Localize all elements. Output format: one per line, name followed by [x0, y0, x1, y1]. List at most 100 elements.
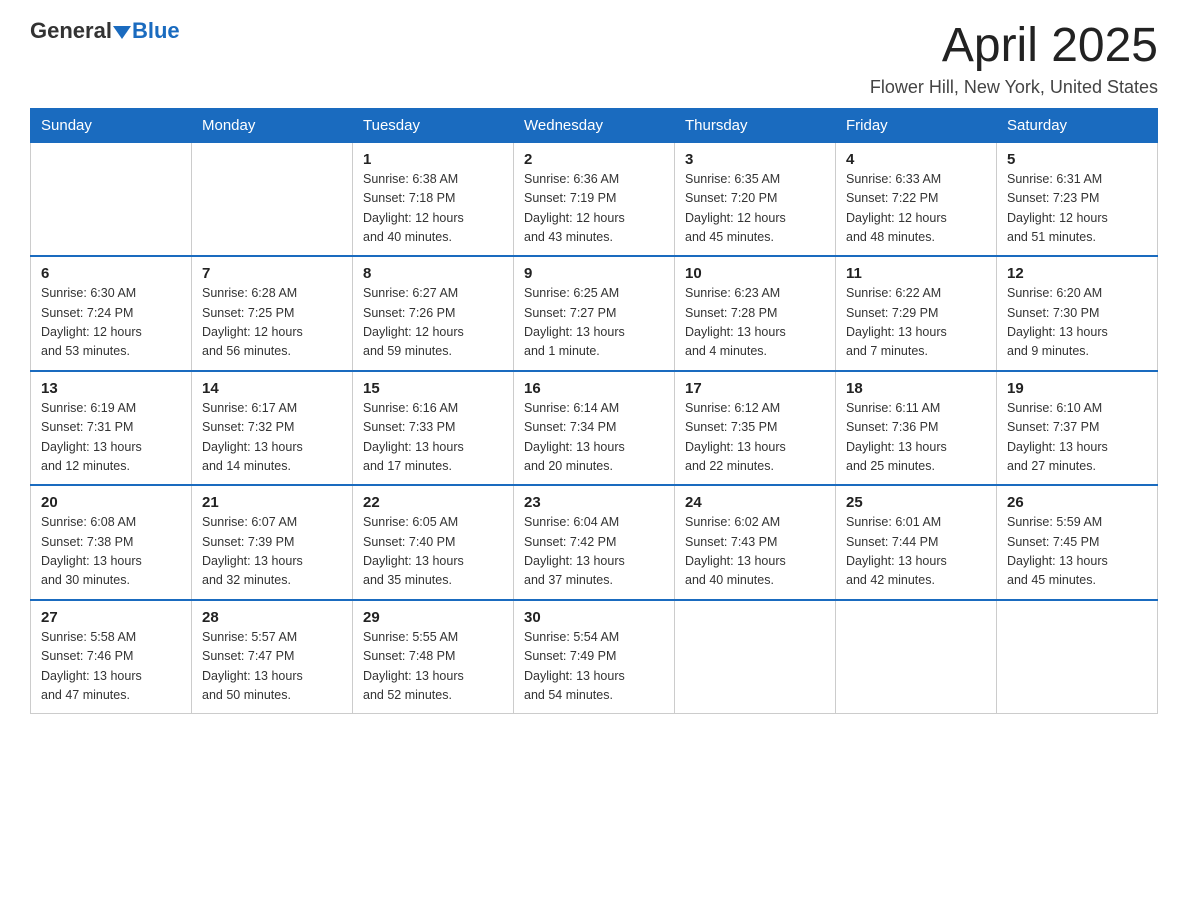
calendar-cell: 9 Sunrise: 6:25 AM Sunset: 7:27 PM Daylig… [514, 256, 675, 371]
day-info: Sunrise: 6:22 AM Sunset: 7:29 PM Dayligh… [846, 284, 986, 362]
calendar-cell: 10 Sunrise: 6:23 AM Sunset: 7:28 PM Dayli… [675, 256, 836, 371]
day-info: Sunrise: 6:11 AM Sunset: 7:36 PM Dayligh… [846, 399, 986, 477]
calendar-cell: 19Sunrise: 6:10 AM Sunset: 7:37 PM Dayli… [997, 371, 1158, 486]
day-number: 3 [685, 151, 825, 168]
calendar-cell: 6Sunrise: 6:30 AM Sunset: 7:24 PM Daylig… [31, 256, 192, 371]
day-info: Sunrise: 6:04 AM Sunset: 7:42 PM Dayligh… [524, 513, 664, 591]
day-number: 7 [202, 265, 342, 282]
day-number: 9 [524, 265, 664, 282]
day-number: 29 [363, 609, 503, 626]
page-header: General Blue April 2025 Flower Hill, New… [30, 20, 1158, 98]
logo-triangle-icon [113, 26, 131, 39]
calendar-cell: 15 Sunrise: 6:16 AM Sunset: 7:33 PM Dayli… [353, 371, 514, 486]
page-subtitle: Flower Hill, New York, United States [870, 77, 1158, 98]
calendar-cell: 16 Sunrise: 6:14 AM Sunset: 7:34 PM Dayli… [514, 371, 675, 486]
logo-general-text: General [30, 20, 112, 42]
calendar-cell: 12 Sunrise: 6:20 AM Sunset: 7:30 PM Dayli… [997, 256, 1158, 371]
day-info: Sunrise: 6:01 AM Sunset: 7:44 PM Dayligh… [846, 513, 986, 591]
day-number: 8 [363, 265, 503, 282]
calendar-cell [675, 600, 836, 714]
day-info: Sunrise: 6:16 AM Sunset: 7:33 PM Dayligh… [363, 399, 503, 477]
calendar-cell: 17Sunrise: 6:12 AM Sunset: 7:35 PM Dayli… [675, 371, 836, 486]
day-info: Sunrise: 5:58 AM Sunset: 7:46 PM Dayligh… [41, 628, 181, 706]
header-cell-thursday: Thursday [675, 108, 836, 142]
day-info: Sunrise: 6:25 AM Sunset: 7:27 PM Dayligh… [524, 284, 664, 362]
day-info: Sunrise: 6:02 AM Sunset: 7:43 PM Dayligh… [685, 513, 825, 591]
header-cell-saturday: Saturday [997, 108, 1158, 142]
day-info: Sunrise: 6:05 AM Sunset: 7:40 PM Dayligh… [363, 513, 503, 591]
day-number: 23 [524, 494, 664, 511]
day-info: Sunrise: 6:14 AM Sunset: 7:34 PM Dayligh… [524, 399, 664, 477]
day-info: Sunrise: 5:54 AM Sunset: 7:49 PM Dayligh… [524, 628, 664, 706]
day-number: 13 [41, 380, 181, 397]
day-number: 18 [846, 380, 986, 397]
day-number: 14 [202, 380, 342, 397]
header-row: SundayMondayTuesdayWednesdayThursdayFrid… [31, 108, 1158, 142]
day-number: 12 [1007, 265, 1147, 282]
day-number: 21 [202, 494, 342, 511]
day-number: 22 [363, 494, 503, 511]
calendar-cell [836, 600, 997, 714]
calendar-cell: 7Sunrise: 6:28 AM Sunset: 7:25 PM Daylig… [192, 256, 353, 371]
logo-blue-text: Blue [132, 20, 180, 42]
header-cell-friday: Friday [836, 108, 997, 142]
calendar-cell: 25 Sunrise: 6:01 AM Sunset: 7:44 PM Dayli… [836, 485, 997, 600]
calendar-cell: 21 Sunrise: 6:07 AM Sunset: 7:39 PM Dayli… [192, 485, 353, 600]
day-info: Sunrise: 6:23 AM Sunset: 7:28 PM Dayligh… [685, 284, 825, 362]
header-cell-monday: Monday [192, 108, 353, 142]
day-number: 1 [363, 151, 503, 168]
calendar-cell: 1 Sunrise: 6:38 AM Sunset: 7:18 PM Daylig… [353, 142, 514, 256]
day-number: 4 [846, 151, 986, 168]
calendar-cell: 8 Sunrise: 6:27 AM Sunset: 7:26 PM Daylig… [353, 256, 514, 371]
day-info: Sunrise: 6:17 AM Sunset: 7:32 PM Dayligh… [202, 399, 342, 477]
title-area: April 2025 Flower Hill, New York, United… [870, 20, 1158, 98]
logo: General Blue [30, 20, 180, 42]
day-number: 10 [685, 265, 825, 282]
calendar-cell: 29 Sunrise: 5:55 AM Sunset: 7:48 PM Dayli… [353, 600, 514, 714]
calendar-cell: 14 Sunrise: 6:17 AM Sunset: 7:32 PM Dayli… [192, 371, 353, 486]
day-info: Sunrise: 6:07 AM Sunset: 7:39 PM Dayligh… [202, 513, 342, 591]
day-info: Sunrise: 6:08 AM Sunset: 7:38 PM Dayligh… [41, 513, 181, 591]
calendar-header: SundayMondayTuesdayWednesdayThursdayFrid… [31, 108, 1158, 142]
calendar-cell [997, 600, 1158, 714]
week-row-4: 20 Sunrise: 6:08 AM Sunset: 7:38 PM Dayli… [31, 485, 1158, 600]
header-cell-wednesday: Wednesday [514, 108, 675, 142]
day-number: 25 [846, 494, 986, 511]
calendar-cell: 13 Sunrise: 6:19 AM Sunset: 7:31 PM Dayli… [31, 371, 192, 486]
calendar-cell: 28 Sunrise: 5:57 AM Sunset: 7:47 PM Dayli… [192, 600, 353, 714]
day-info: Sunrise: 6:38 AM Sunset: 7:18 PM Dayligh… [363, 170, 503, 248]
header-cell-sunday: Sunday [31, 108, 192, 142]
day-number: 20 [41, 494, 181, 511]
day-number: 30 [524, 609, 664, 626]
calendar-cell: 23 Sunrise: 6:04 AM Sunset: 7:42 PM Dayli… [514, 485, 675, 600]
header-cell-tuesday: Tuesday [353, 108, 514, 142]
week-row-2: 6Sunrise: 6:30 AM Sunset: 7:24 PM Daylig… [31, 256, 1158, 371]
day-info: Sunrise: 6:19 AM Sunset: 7:31 PM Dayligh… [41, 399, 181, 477]
calendar-cell: 26Sunrise: 5:59 AM Sunset: 7:45 PM Dayli… [997, 485, 1158, 600]
calendar-cell [192, 142, 353, 256]
day-info: Sunrise: 6:36 AM Sunset: 7:19 PM Dayligh… [524, 170, 664, 248]
day-number: 24 [685, 494, 825, 511]
page-title: April 2025 [870, 20, 1158, 73]
day-info: Sunrise: 6:27 AM Sunset: 7:26 PM Dayligh… [363, 284, 503, 362]
calendar-cell: 27Sunrise: 5:58 AM Sunset: 7:46 PM Dayli… [31, 600, 192, 714]
calendar-cell: 22 Sunrise: 6:05 AM Sunset: 7:40 PM Dayli… [353, 485, 514, 600]
calendar-cell: 30 Sunrise: 5:54 AM Sunset: 7:49 PM Dayli… [514, 600, 675, 714]
calendar-cell: 18 Sunrise: 6:11 AM Sunset: 7:36 PM Dayli… [836, 371, 997, 486]
day-info: Sunrise: 5:55 AM Sunset: 7:48 PM Dayligh… [363, 628, 503, 706]
day-number: 17 [685, 380, 825, 397]
day-number: 26 [1007, 494, 1147, 511]
calendar-cell: 5Sunrise: 6:31 AM Sunset: 7:23 PM Daylig… [997, 142, 1158, 256]
week-row-1: 1 Sunrise: 6:38 AM Sunset: 7:18 PM Daylig… [31, 142, 1158, 256]
day-number: 16 [524, 380, 664, 397]
day-info: Sunrise: 6:20 AM Sunset: 7:30 PM Dayligh… [1007, 284, 1147, 362]
day-info: Sunrise: 5:57 AM Sunset: 7:47 PM Dayligh… [202, 628, 342, 706]
calendar-cell: 11 Sunrise: 6:22 AM Sunset: 7:29 PM Dayli… [836, 256, 997, 371]
day-number: 5 [1007, 151, 1147, 168]
day-number: 28 [202, 609, 342, 626]
week-row-5: 27Sunrise: 5:58 AM Sunset: 7:46 PM Dayli… [31, 600, 1158, 714]
day-number: 11 [846, 265, 986, 282]
calendar-cell: 2Sunrise: 6:36 AM Sunset: 7:19 PM Daylig… [514, 142, 675, 256]
calendar-cell [31, 142, 192, 256]
day-number: 15 [363, 380, 503, 397]
